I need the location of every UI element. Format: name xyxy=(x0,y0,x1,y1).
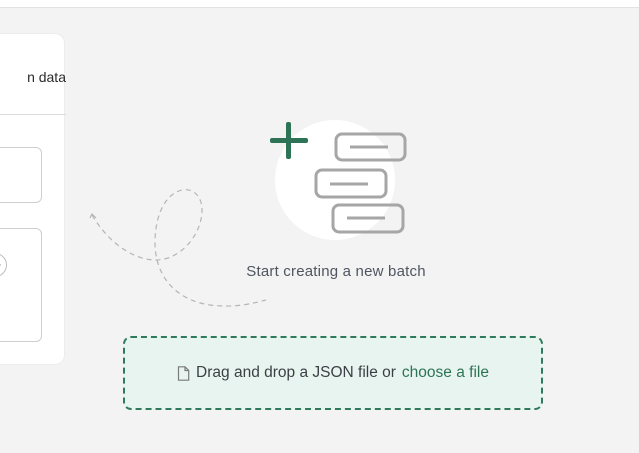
side-panel: n data <> xyxy=(0,33,66,365)
panel-divider xyxy=(0,114,66,115)
panel-label: n data xyxy=(27,69,66,85)
json-dropzone[interactable]: Drag and drop a JSON file or choose a fi… xyxy=(123,336,543,410)
file-icon xyxy=(177,365,190,381)
top-bar xyxy=(0,0,639,8)
panel-textarea[interactable] xyxy=(0,228,42,342)
dashed-swirl-decoration xyxy=(91,189,267,307)
panel-input-field[interactable] xyxy=(0,147,42,203)
empty-state-title: Start creating a new batch xyxy=(246,263,426,280)
empty-state-illustration xyxy=(89,120,407,307)
choose-file-link[interactable]: choose a file xyxy=(402,364,489,382)
dropzone-text: Drag and drop a JSON file or xyxy=(196,364,396,381)
